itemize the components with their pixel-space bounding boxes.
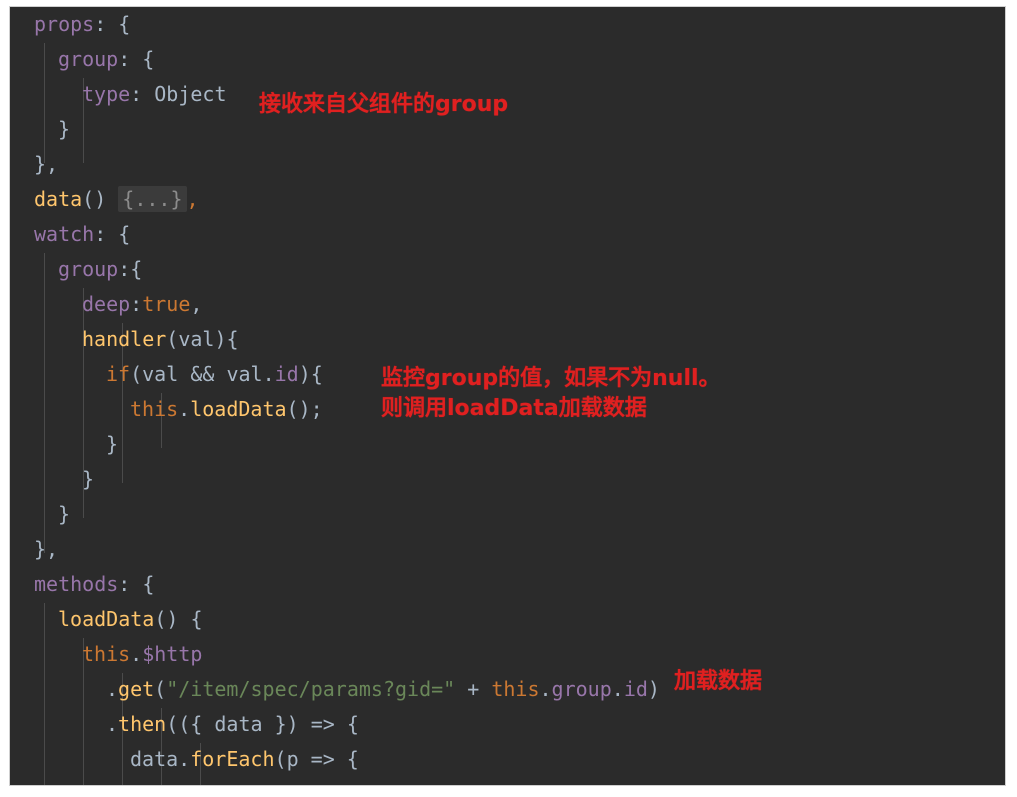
code-line[interactable]: data() {...}, xyxy=(10,182,1005,217)
code-token: "/item/spec/params?gid=" xyxy=(166,677,456,701)
code-token: group xyxy=(58,47,119,71)
code-token: } xyxy=(58,117,71,141)
annotation-line: 加载数据 xyxy=(674,669,763,694)
code-token: then xyxy=(118,712,167,736)
code-token: this xyxy=(130,397,179,421)
code-token: : { xyxy=(118,572,155,596)
code-line[interactable]: props: { xyxy=(10,7,1005,42)
code-token: . xyxy=(178,747,191,771)
code-token: (({ xyxy=(166,712,215,736)
code-line[interactable]: handler(val){ xyxy=(10,322,1005,357)
code-token: ){ xyxy=(298,362,323,386)
code-line[interactable]: deep:true, xyxy=(10,287,1005,322)
screenshot-root: props: {group: {type: Object}}, data() {.… xyxy=(0,0,1017,797)
code-token: : { xyxy=(118,47,155,71)
code-editor-surface[interactable]: props: {group: {type: Object}}, data() {.… xyxy=(10,7,1005,785)
code-token: } xyxy=(106,432,119,456)
code-token: (); xyxy=(286,397,323,421)
code-token: . xyxy=(106,712,119,736)
code-token: val xyxy=(178,327,215,351)
code-token: methods xyxy=(34,572,119,596)
code-line[interactable]: }, xyxy=(10,147,1005,182)
code-token: }) => { xyxy=(262,712,359,736)
code-token: () xyxy=(82,187,119,211)
code-token: deep xyxy=(82,292,131,316)
code-token: p xyxy=(286,747,299,771)
code-token: }, xyxy=(34,537,59,561)
code-token: () { xyxy=(154,607,203,631)
code-line[interactable]: this.$http xyxy=(10,637,1005,672)
code-token: . xyxy=(130,642,143,666)
code-line[interactable]: methods: { xyxy=(10,567,1005,602)
annotation-load-data: 加载数据 xyxy=(674,667,762,697)
code-token: loadData xyxy=(190,397,287,421)
code-line[interactable]: .get("/item/spec/params?gid=" + this.gro… xyxy=(10,672,1005,707)
code-token: . xyxy=(262,362,275,386)
code-token: data xyxy=(34,187,83,211)
code-token: id xyxy=(274,362,299,386)
code-editor-frame: props: {group: {type: Object}}, data() {.… xyxy=(9,6,1006,786)
code-token: . xyxy=(539,677,552,701)
code-token: ( xyxy=(274,747,287,771)
code-token: && xyxy=(190,362,227,386)
code-token: } xyxy=(82,467,95,491)
code-line[interactable]: group:{ xyxy=(10,252,1005,287)
code-token: forEach xyxy=(190,747,275,771)
code-token: : { xyxy=(94,222,131,246)
annotation-props-group: 接收来自父组件的group xyxy=(259,90,508,120)
code-token: get xyxy=(118,677,155,701)
annotation-line: 监控group的值，如果不为null。 xyxy=(381,366,721,391)
code-token: : xyxy=(130,292,143,316)
code-line[interactable]: }, xyxy=(10,532,1005,567)
code-token: } xyxy=(58,502,71,526)
code-token: data xyxy=(130,747,179,771)
code-token: this xyxy=(491,677,540,701)
code-token: => { xyxy=(298,747,359,771)
annotation-line: 则调用loadData加载数据 xyxy=(381,396,647,421)
code-token: }, xyxy=(34,152,59,176)
folded-region[interactable]: {...} xyxy=(118,186,187,212)
code-line[interactable]: loadData() { xyxy=(10,602,1005,637)
code-token: ( xyxy=(166,327,179,351)
code-token: , xyxy=(190,292,203,316)
code-token: ( xyxy=(154,677,167,701)
code-token: group xyxy=(551,677,612,701)
code-token: loadData xyxy=(58,607,155,631)
code-token: this xyxy=(82,642,131,666)
code-token: ) xyxy=(647,677,660,701)
code-token: data xyxy=(214,712,263,736)
code-line[interactable]: .then(({ data }) => { xyxy=(10,707,1005,742)
annotation-watch-group: 监控group的值，如果不为null。 则调用loadData加载数据 xyxy=(381,364,721,424)
code-token: val xyxy=(142,362,191,386)
code-token: Object xyxy=(154,82,227,106)
code-token: handler xyxy=(82,327,167,351)
code-token: : xyxy=(130,82,155,106)
code-token: :{ xyxy=(118,257,143,281)
code-token: watch xyxy=(34,222,95,246)
code-token: + xyxy=(455,677,492,701)
code-token: val xyxy=(226,362,263,386)
code-token: ( xyxy=(130,362,143,386)
code-line[interactable]: group: { xyxy=(10,42,1005,77)
code-line[interactable]: } xyxy=(10,462,1005,497)
code-line[interactable]: data.forEach(p => { xyxy=(10,742,1005,777)
code-line[interactable]: watch: { xyxy=(10,217,1005,252)
code-token: ){ xyxy=(214,327,239,351)
code-token: group xyxy=(58,257,119,281)
code-token: , xyxy=(186,187,199,211)
code-line[interactable]: } xyxy=(10,497,1005,532)
code-line[interactable]: } xyxy=(10,427,1005,462)
code-token: : { xyxy=(94,12,131,36)
code-token: $http xyxy=(142,642,203,666)
code-token: type xyxy=(82,82,131,106)
annotation-line: 接收来自父组件的group xyxy=(259,92,509,117)
code-token: id xyxy=(623,677,648,701)
code-token: props xyxy=(34,12,95,36)
code-token: . xyxy=(611,677,624,701)
code-token: if xyxy=(106,362,131,386)
code-token: true xyxy=(142,292,191,316)
code-token: . xyxy=(106,677,119,701)
code-token: . xyxy=(178,397,191,421)
